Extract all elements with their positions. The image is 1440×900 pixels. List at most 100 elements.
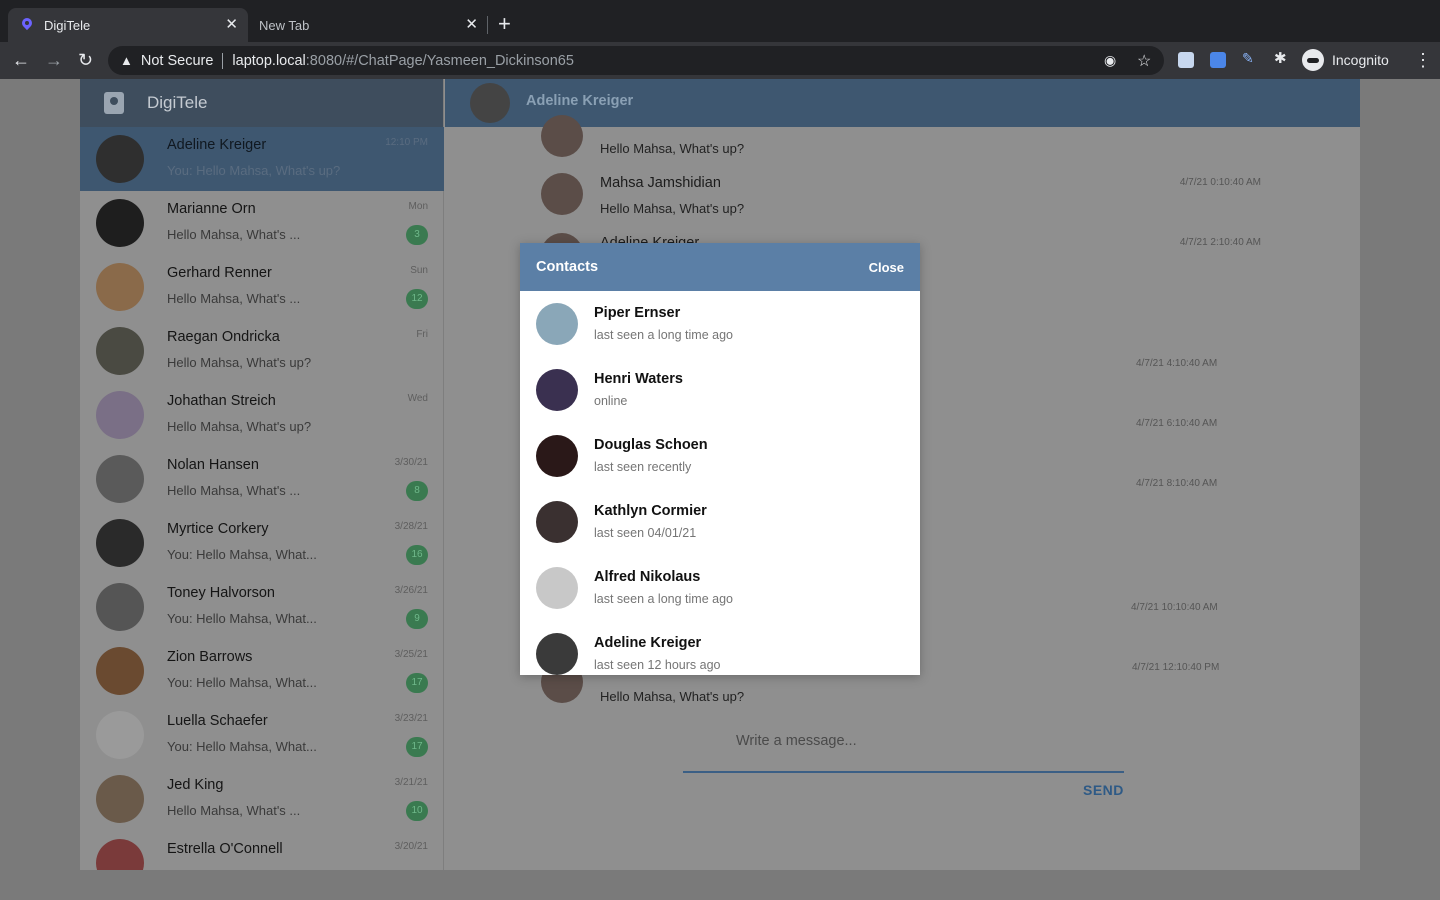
chat-name: Marianne Orn xyxy=(167,201,256,217)
chat-time: 3/20/21 xyxy=(394,841,428,852)
new-tab-icon[interactable]: + xyxy=(498,12,511,36)
avatar[interactable] xyxy=(470,83,510,123)
message-timestamp: 4/7/21 10:10:40 AM xyxy=(1131,602,1218,613)
contact-item[interactable]: Kathlyn Cormier last seen 04/01/21 xyxy=(520,489,920,555)
chat-name: Myrtice Corkery xyxy=(167,521,269,537)
message-sender: Mahsa Jamshidian xyxy=(600,175,721,191)
contact-status: last seen recently xyxy=(594,460,692,474)
avatar[interactable] xyxy=(541,173,583,215)
chat-list-item[interactable]: Adeline Kreiger You: Hello Mahsa, What's … xyxy=(80,127,444,191)
chat-list-item[interactable]: Gerhard Renner Hello Mahsa, What's ... Sun… xyxy=(80,255,444,319)
chat-preview: You: Hello Mahsa, What... xyxy=(167,739,317,754)
message: Hello Mahsa, What's up? xyxy=(541,115,1261,165)
avatar xyxy=(96,711,144,759)
chat-list-item[interactable]: Jed King Hello Mahsa, What's ... 3/21/21 10 xyxy=(80,767,444,831)
message-timestamp: 4/7/21 2:10:40 AM xyxy=(1179,237,1261,248)
menu-icon[interactable]: ⋮ xyxy=(1414,50,1432,71)
chat-time: 3/25/21 xyxy=(394,649,428,660)
forward-icon[interactable]: → xyxy=(45,49,63,71)
chat-list-item[interactable]: Toney Halvorson You: Hello Mahsa, What...… xyxy=(80,575,444,639)
chat-list-item[interactable]: Marianne Orn Hello Mahsa, What's ... Mon 3 xyxy=(80,191,444,255)
extension-download-icon[interactable] xyxy=(1178,52,1194,68)
chat-time: Mon xyxy=(408,201,428,212)
tab-digitele[interactable]: DigiTele ✕ xyxy=(8,8,248,42)
contact-item[interactable]: Adeline Kreiger last seen 12 hours ago xyxy=(520,621,920,675)
avatar xyxy=(536,435,578,477)
avatar xyxy=(96,583,144,631)
chat-name: Johathan Streich xyxy=(167,393,276,409)
chat-time: Sun xyxy=(410,265,428,276)
eye-slash-icon[interactable]: ◉ xyxy=(1104,52,1116,69)
avatar xyxy=(96,135,144,183)
puzzle-icon[interactable]: ✱ xyxy=(1274,49,1290,67)
incognito-indicator[interactable]: Incognito xyxy=(1302,47,1389,73)
chat-preview: Hello Mahsa, What's up? xyxy=(167,355,312,370)
avatar xyxy=(536,369,578,411)
back-icon[interactable]: ← xyxy=(12,49,30,71)
avatar xyxy=(536,567,578,609)
chat-name: Adeline Kreiger xyxy=(167,137,267,153)
chat-list-item[interactable]: Luella Schaefer You: Hello Mahsa, What...… xyxy=(80,703,444,767)
chat-preview: Hello Mahsa, What's ... xyxy=(167,291,301,306)
close-button[interactable]: Close xyxy=(869,260,904,275)
translate-icon[interactable] xyxy=(1210,52,1226,68)
message-text: Hello Mahsa, What's up? xyxy=(600,689,745,704)
chat-sidebar: DigiTele Adeline Kreiger You: Hello Mahsa… xyxy=(80,79,444,870)
chat-list-item[interactable]: Nolan Hansen Hello Mahsa, What's ... 3/30/… xyxy=(80,447,444,511)
contacts-dialog-header: Contacts Close xyxy=(520,243,920,291)
star-icon[interactable]: ☆ xyxy=(1137,51,1151,71)
chat-preview: You: Hello Mahsa, What... xyxy=(167,547,317,562)
reload-icon[interactable]: ↻ xyxy=(78,49,93,71)
message-timestamp: 4/7/21 0:10:40 AM xyxy=(1179,177,1261,188)
chat-list-item[interactable]: Myrtice Corkery You: Hello Mahsa, What...… xyxy=(80,511,444,575)
chat-preview: You: Hello Mahsa, What... xyxy=(167,611,317,626)
chat-time: Fri xyxy=(416,329,428,340)
unread-badge: 9 xyxy=(406,609,428,629)
contact-name: Piper Ernser xyxy=(594,305,681,321)
chat-list-item[interactable]: Johathan Streich Hello Mahsa, What's up? W… xyxy=(80,383,444,447)
contact-item[interactable]: Piper Ernser last seen a long time ago xyxy=(520,291,920,357)
sidebar-header: DigiTele xyxy=(80,79,443,127)
avatar xyxy=(96,455,144,503)
avatar xyxy=(96,263,144,311)
contacts-book-icon[interactable] xyxy=(104,92,124,114)
contact-status: last seen 04/01/21 xyxy=(594,526,697,540)
url-host: laptop.local xyxy=(232,52,306,69)
pen-icon[interactable]: ✎ xyxy=(1242,50,1258,66)
close-tab-icon[interactable]: ✕ xyxy=(225,17,238,33)
avatar xyxy=(96,327,144,375)
contact-item[interactable]: Douglas Schoen last seen recently xyxy=(520,423,920,489)
unread-badge: 17 xyxy=(406,737,428,757)
contact-item[interactable]: Alfred Nikolaus last seen a long time ago xyxy=(520,555,920,621)
address-bar[interactable]: ▲ Not Secure laptop.local :8080/#/ChatPa… xyxy=(108,46,1164,75)
chat-preview: Hello Mahsa, What's ... xyxy=(167,803,301,818)
message-text: Hello Mahsa, What's up? xyxy=(600,141,745,156)
chat-list-item[interactable]: Raegan Ondricka Hello Mahsa, What's up? Fr… xyxy=(80,319,444,383)
message-timestamp: 4/7/21 6:10:40 AM xyxy=(1136,418,1218,429)
chat-list-item[interactable]: Zion Barrows You: Hello Mahsa, What... 3/2… xyxy=(80,639,444,703)
contact-item[interactable]: Henri Waters online xyxy=(520,357,920,423)
contact-name: Henri Waters xyxy=(594,371,683,387)
chat-name: Raegan Ondricka xyxy=(167,329,280,345)
avatar xyxy=(96,199,144,247)
chat-name: Estrella O'Connell xyxy=(167,841,283,857)
avatar xyxy=(96,391,144,439)
chat-time: 12:10 PM xyxy=(385,137,428,148)
close-tab-icon[interactable]: ✕ xyxy=(465,17,478,33)
avatar[interactable] xyxy=(541,115,583,157)
chat-preview: Hello Mahsa, What's up? xyxy=(167,419,312,434)
message-timestamp: 4/7/21 4:10:40 AM xyxy=(1136,358,1218,369)
send-button[interactable]: SEND xyxy=(1083,782,1124,798)
avatar xyxy=(536,303,578,345)
unread-badge: 12 xyxy=(406,289,428,309)
conversation-contact-name[interactable]: Adeline Kreiger xyxy=(526,93,633,109)
security-label[interactable]: Not Secure xyxy=(141,53,214,69)
message-input[interactable] xyxy=(736,733,1086,749)
chat-name: Toney Halvorson xyxy=(167,585,275,601)
url-path: :8080/#/ChatPage/Yasmeen_Dickinson65 xyxy=(305,52,574,69)
chat-time: Wed xyxy=(407,393,428,404)
chat-list-item[interactable]: Estrella O'Connell 3/20/21 xyxy=(80,831,444,870)
tab-new-tab[interactable]: New Tab ✕ xyxy=(248,8,488,42)
avatar xyxy=(536,501,578,543)
chat-preview: Hello Mahsa, What's ... xyxy=(167,483,301,498)
